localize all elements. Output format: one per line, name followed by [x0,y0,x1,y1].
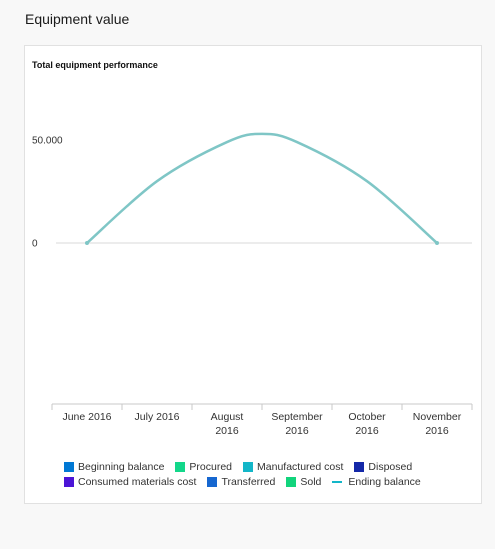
legend-label: Transferred [221,476,276,488]
legend-label: Procured [189,461,233,473]
legend-row: Consumed materials cost Transferred Sold En… [64,475,464,489]
x-tick-label: October 2016 [348,411,386,437]
legend-label: Disposed [368,461,413,473]
x-tick-label: July 2016 [135,411,180,423]
legend-color-swatch [354,462,365,472]
x-axis: June 2016 July 2016 August 2016 September 201… [51,403,473,437]
legend-color-swatch [286,477,297,487]
y-tick-label: 0 [32,239,38,250]
legend-color-swatch [64,462,74,472]
legend-item[interactable]: Ending balance [332,476,421,488]
data-point [85,241,89,245]
data-point [435,241,439,245]
legend-color-swatch [175,462,186,472]
series-group [85,132,439,245]
x-tick-label: September 2016 [271,411,323,437]
legend-color-swatch [64,477,74,487]
y-tick-label: 50.000 [32,136,63,147]
legend-color-swatch [207,477,218,487]
legend-label: Beginning balance [78,461,165,473]
legend-item[interactable]: Beginning balance [64,461,164,473]
legend-row: Beginning balance Procured Manufactured co… [64,460,464,474]
legend-item[interactable]: Transferred [207,476,275,488]
legend-item[interactable]: Sold [286,476,321,488]
legend-item[interactable]: Consumed materials cost [64,476,196,488]
legend-label: Manufactured cost [257,461,344,473]
x-tick-label: November 2016 [413,411,462,437]
legend-item[interactable]: Disposed [354,461,412,473]
x-tick-label: June 2016 [62,411,111,423]
legend-label: Ending balance [348,476,421,488]
legend-line-swatch [332,481,343,483]
x-tick-label: August 2016 [211,411,244,437]
legend-label: Consumed materials cost [78,476,197,488]
legend-color-swatch [243,462,254,472]
legend: Beginning balance Procured Manufactured co… [64,460,464,490]
legend-item[interactable]: Manufactured cost [243,461,343,473]
y-axis-labels: 50.000 0 [32,136,63,250]
legend-label: Sold [300,476,322,488]
series-line-ending-balance [85,132,439,245]
legend-item[interactable]: Procured [175,461,232,473]
